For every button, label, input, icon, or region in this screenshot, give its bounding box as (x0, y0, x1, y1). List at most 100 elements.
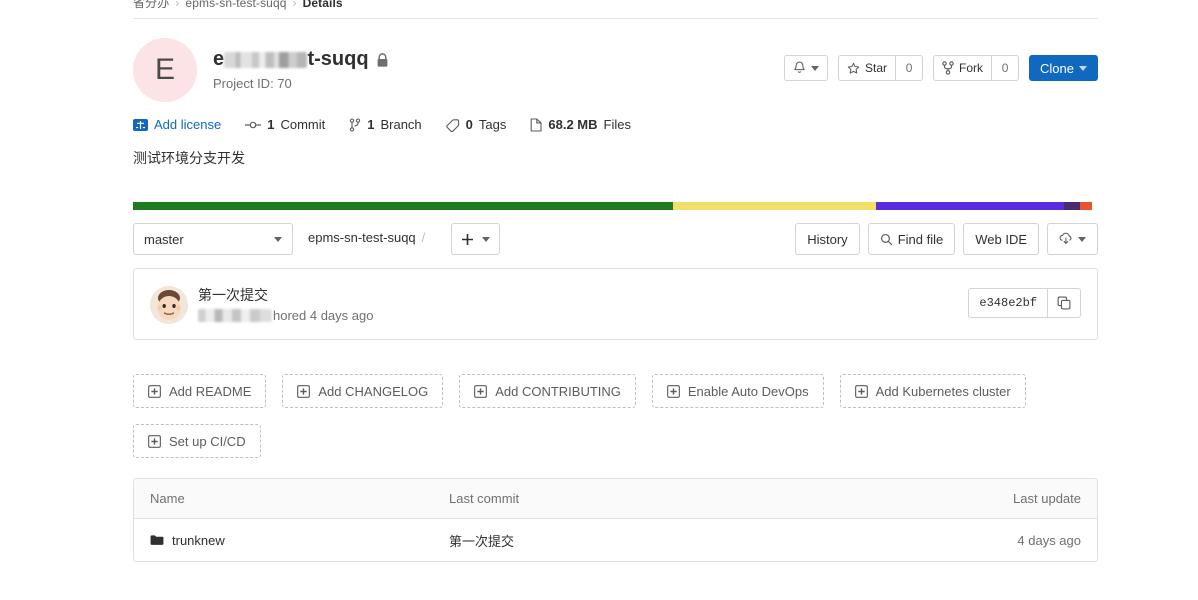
commit-icon (245, 119, 262, 131)
language-segment-purple (876, 202, 1065, 210)
commit-author-line: hored 4 days ago (198, 308, 373, 323)
project-description: 测试环境分支开发 (133, 150, 245, 166)
stat-tags-value: 0 (465, 117, 473, 132)
breadcrumb-separator: › (175, 0, 180, 10)
quick-action-add-contributing[interactable]: Add CONTRIBUTING (459, 374, 636, 408)
stat-commits-value: 1 (267, 117, 275, 132)
repository-nav: master epms-sn-test-suqq / History Find … (133, 223, 1098, 255)
file-tree-header: Name Last commit Last update (134, 479, 1097, 519)
star-button[interactable]: Star (838, 55, 896, 81)
history-button[interactable]: History (795, 223, 860, 255)
fork-count[interactable]: 0 (991, 55, 1020, 81)
avatar-letter: E (154, 53, 175, 86)
project-details-page: 省分办 › epms-sn-test-suqq › Details E e t-suqq… (0, 0, 1198, 600)
breadcrumb-separator-2: › (292, 0, 297, 10)
commit-sha[interactable]: e348e2bf (968, 288, 1047, 318)
find-file-button[interactable]: Find file (867, 223, 956, 255)
copy-icon[interactable] (1047, 288, 1081, 318)
web-ide-button[interactable]: Web IDE (963, 223, 1039, 255)
stat-add-license[interactable]: Add license (133, 117, 221, 132)
clone-button[interactable]: Clone (1029, 55, 1098, 81)
notification-dropdown-button[interactable] (784, 55, 829, 81)
tag-icon (445, 118, 460, 132)
cell-last-update: 4 days ago (1017, 532, 1081, 548)
breadcrumb: 省分办 › epms-sn-test-suqq › Details (133, 0, 343, 11)
chevron-down-icon (811, 65, 820, 71)
header-divider (133, 18, 1098, 19)
language-segment-dark-purple (1064, 202, 1080, 210)
quick-actions-row-1: Add README Add CHANGELOG Add CONTRIBUTING E… (133, 374, 1026, 408)
plus-square-icon (854, 384, 868, 398)
language-segment-green (133, 202, 674, 210)
folder-icon (150, 534, 164, 546)
page-title: e t-suqq (213, 48, 389, 71)
web-ide-button-label: Web IDE (975, 231, 1027, 247)
repository-nav-actions: History Find file Web IDE (795, 223, 1098, 255)
project-id: Project ID: 70 (213, 76, 292, 91)
path-separator: / (421, 230, 426, 245)
stat-branches[interactable]: 1 Branch (349, 117, 422, 132)
chevron-down-icon (274, 236, 282, 242)
column-header-last-commit: Last commit (449, 491, 520, 506)
quick-action-add-changelog[interactable]: Add CHANGELOG (282, 374, 444, 408)
bell-icon (793, 61, 806, 75)
plus-square-icon (297, 384, 311, 398)
download-archive-icon (1059, 232, 1073, 246)
clone-label: Clone (1040, 60, 1074, 76)
stat-files[interactable]: 68.2 MB Files (530, 117, 631, 132)
download-archive-dropdown[interactable] (1047, 223, 1098, 255)
quick-action-add-kubernetes-cluster[interactable]: Add Kubernetes cluster (839, 374, 1026, 408)
fork-icon (942, 61, 954, 75)
plus-square-icon (474, 384, 488, 398)
stat-files-unit: Files (603, 117, 631, 132)
plus-icon (461, 233, 474, 246)
add-to-tree-button[interactable] (451, 223, 500, 255)
quick-action-label: Set up CI/CD (169, 433, 246, 449)
breadcrumb-project[interactable]: epms-sn-test-suqq (185, 0, 286, 10)
fork-button-group: Fork 0 (933, 55, 1020, 81)
breadcrumb-group[interactable]: 省分办 (133, 0, 169, 10)
commit-authored-text: hored 4 days ago (273, 308, 374, 323)
folder-name-link[interactable]: trunknew (172, 533, 225, 548)
fork-button[interactable]: Fork (933, 55, 992, 81)
quick-action-add-readme[interactable]: Add README (133, 374, 267, 408)
commit-message[interactable]: 第一次提交 (198, 285, 268, 305)
project-avatar: E (133, 38, 197, 102)
quick-action-label: Enable Auto DevOps (687, 383, 809, 399)
commit-author-redacted (198, 309, 272, 322)
stat-tags-unit: Tags (478, 117, 507, 132)
fork-label: Fork (959, 61, 984, 75)
last-commit-card: 第一次提交 hored 4 days ago e348e2bf (133, 268, 1098, 340)
quick-action-enable-auto-devops[interactable]: Enable Auto DevOps (651, 374, 824, 408)
language-bar (133, 202, 1098, 210)
project-stats: Add license 1 Commit 1 Branch 0 Tags 68.… (133, 117, 631, 132)
lock-icon (376, 53, 389, 68)
find-file-button-label: Find file (897, 231, 944, 247)
stat-tags[interactable]: 0 Tags (445, 117, 507, 132)
file-tree: Name Last commit Last update trunknew 第一次… (133, 478, 1098, 562)
quick-action-label: Add CONTRIBUTING (495, 383, 621, 399)
branch-selector-value: master (144, 231, 184, 247)
column-header-last-update: Last update (1013, 491, 1081, 506)
star-count[interactable]: 0 (895, 55, 924, 81)
language-segment-yellow (673, 202, 877, 210)
path-breadcrumb: epms-sn-test-suqq / (308, 230, 431, 245)
quick-action-set-up-ci-cd[interactable]: Set up CI/CD (133, 424, 261, 458)
cell-last-commit[interactable]: 第一次提交 (449, 531, 947, 550)
commit-sha-group: e348e2bf (968, 288, 1081, 318)
table-row[interactable]: trunknew 第一次提交 4 days ago (134, 519, 1097, 561)
plus-square-icon (148, 384, 161, 398)
project-name-redacted (224, 51, 308, 68)
language-segment-orange (1079, 202, 1093, 210)
star-button-group: Star 0 (838, 55, 924, 81)
branch-selector[interactable]: master (133, 223, 293, 255)
project-header-actions: Star 0 Fork 0 Clone (784, 55, 1098, 81)
stat-files-value: 68.2 MB (548, 117, 598, 132)
project-name: e t-suqq (213, 48, 369, 71)
quick-action-label: Add README (169, 383, 252, 399)
breadcrumb-current: Details (302, 0, 343, 10)
avatar (150, 286, 188, 324)
stat-commits[interactable]: 1 Commit (245, 117, 325, 132)
path-root[interactable]: epms-sn-test-suqq (308, 230, 416, 245)
chevron-down-icon (1079, 65, 1087, 71)
